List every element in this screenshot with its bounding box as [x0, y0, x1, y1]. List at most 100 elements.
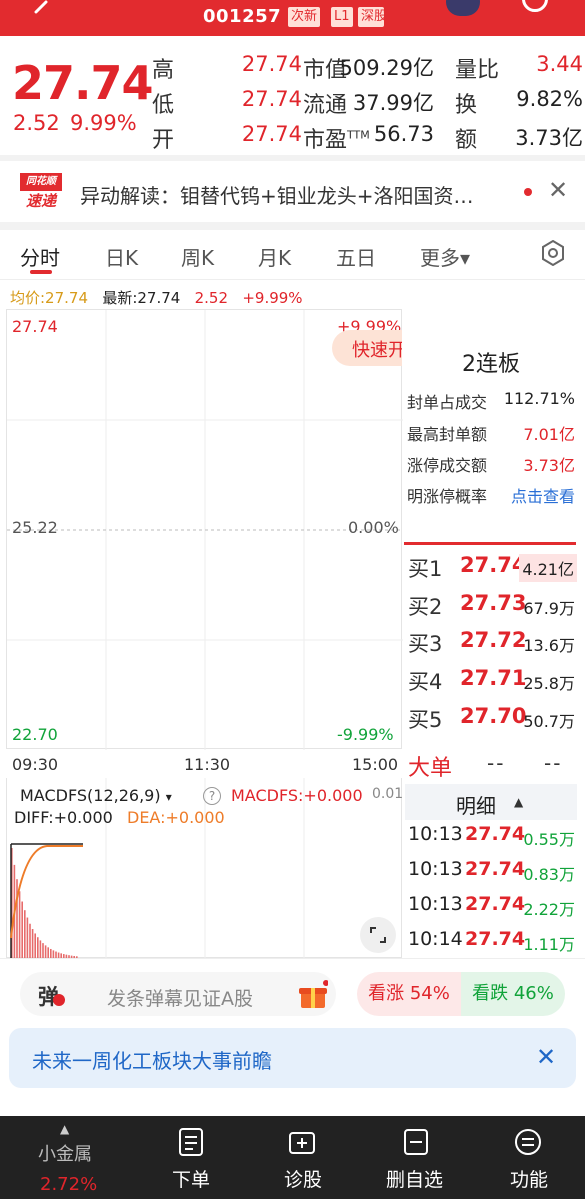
trade-price: 27.74 [465, 893, 526, 915]
diagnose-icon[interactable] [288, 1127, 316, 1157]
bid-level-label: 买1 [408, 557, 443, 581]
bid-volume: 13.6万 [523, 636, 575, 655]
macd-bar [52, 950, 55, 958]
tag-level1: L1 [331, 7, 353, 27]
view-probability-link[interactable]: 点击查看 [511, 483, 575, 507]
trade-time: 10:13 [408, 858, 463, 880]
y-axis-top: 27.74 [12, 317, 58, 336]
sector-change: 2.72% [40, 1174, 98, 1195]
macd-bar [47, 947, 49, 958]
orderbook-divider [404, 542, 576, 545]
macd-bar [31, 929, 34, 958]
macd-bar [39, 940, 42, 958]
quote-stat-value: 3.44 [536, 52, 583, 76]
divider [0, 279, 585, 280]
big-order-value: -- [487, 751, 506, 775]
tab-monthly-k[interactable]: 月K [258, 242, 291, 271]
tab-underline [30, 270, 52, 274]
board-stat-label: 最高封单额 [407, 425, 488, 444]
vote-bullish-button[interactable]: 看涨 54% [357, 972, 461, 1016]
tab-daily-k[interactable]: 日K [105, 242, 138, 271]
macd-bar [37, 937, 39, 958]
close-icon[interactable]: ✕ [536, 1043, 556, 1071]
tab-more[interactable]: 更多▾ [420, 242, 470, 271]
quote-stat-value: 56.73 [373, 122, 434, 146]
board-stat-value: 112.71% [503, 389, 575, 408]
bid-level-label: 买2 [408, 595, 443, 619]
tag-market: 深股 [358, 7, 384, 27]
quote-stat-label: 低 [152, 93, 175, 118]
macd-axis-label: 0.01 [372, 786, 404, 802]
macd-panel[interactable] [6, 778, 402, 958]
divider [0, 222, 585, 230]
back-arrow-icon[interactable] [30, 0, 64, 14]
macd-bar [26, 917, 29, 958]
board-stat-value: 7.01亿 [523, 425, 575, 444]
y-axis-bottom: 22.70 [12, 725, 58, 744]
bottom-item-order[interactable]: 下单 [172, 1165, 210, 1192]
stock-code: 001257 [203, 6, 282, 27]
remove-watchlist-icon[interactable] [402, 1127, 430, 1157]
bottom-item-functions[interactable]: 功能 [510, 1165, 548, 1192]
tab-intraday[interactable]: 分时 [20, 242, 60, 271]
intraday-chart[interactable] [6, 309, 403, 750]
info-change: 2.52 [194, 289, 229, 307]
bottom-item-diagnose[interactable]: 诊股 [284, 1165, 322, 1192]
time-end: 15:00 [352, 755, 399, 774]
macd-bar [44, 945, 47, 958]
sector-name[interactable]: 小金属 [38, 1140, 92, 1166]
price-change-pct: 9.99% [70, 111, 137, 135]
quote-stat-value: 27.74 [241, 87, 302, 111]
quote-stat-label: 市盈TTM [303, 128, 370, 153]
quote-stat-value: 3.73亿 [515, 126, 583, 150]
macd-indicator-select[interactable]: MACDFS(12,26,9) ▾ [20, 786, 172, 805]
quick-trade-button[interactable]: 快速开 [332, 330, 402, 366]
board-stat-label: 明涨停概率 [407, 487, 488, 506]
macd-diff: DIFF:+0.000 [14, 808, 113, 827]
bid-level-label: 买4 [408, 670, 443, 694]
tab-five-day[interactable]: 五日 [336, 242, 376, 271]
divider [0, 155, 585, 161]
avg-price: 均价:27.74 [10, 289, 88, 307]
search-icon[interactable] [522, 0, 548, 12]
macd-dea: DEA:+0.000 [127, 808, 225, 827]
bid-volume: 25.8万 [523, 674, 575, 693]
quote-stat-label: 量比 [455, 58, 500, 83]
help-icon[interactable]: ? [203, 787, 221, 805]
tag-new-stock: 次新 [288, 7, 321, 27]
info-line: 均价:27.74 最新:27.74 2.52 +9.99% [10, 287, 303, 308]
quote-stat-label: 开 [152, 128, 175, 153]
unread-dot [524, 188, 532, 196]
vote-bearish-button[interactable]: 看跌 46% [461, 972, 565, 1016]
gift-icon[interactable] [298, 980, 328, 1010]
current-price: 27.74 [12, 56, 154, 110]
top-bar: 001257 次新 L1 深股 [0, 0, 585, 36]
bid-level-label: 买3 [408, 632, 443, 656]
chevron-up-icon[interactable]: ▲ [60, 1122, 69, 1136]
expand-icon[interactable] [360, 917, 396, 953]
avatar[interactable] [446, 0, 480, 16]
close-icon[interactable]: ✕ [548, 176, 568, 204]
quote-stat-label: 高 [152, 58, 175, 83]
quick-trade-label: 快速开 [352, 340, 402, 361]
order-icon[interactable] [177, 1127, 205, 1157]
macd-value: MACDFS:+0.000 [231, 786, 363, 805]
gear-icon[interactable] [540, 240, 566, 266]
news-logo-bottom: 速递 [25, 192, 56, 210]
bottom-item-remove-watchlist[interactable]: 删自选 [386, 1165, 443, 1192]
quote-stat-value: 27.74 [241, 52, 302, 76]
trade-price: 27.74 [465, 858, 526, 880]
macd-bar [24, 910, 26, 958]
trade-volume: 2.22万 [523, 900, 575, 919]
bid-level-label: 买5 [408, 708, 443, 732]
trade-time: 10:13 [408, 893, 463, 915]
menu-icon[interactable] [514, 1127, 542, 1157]
news-headline[interactable]: 异动解读：钼替代钨+钼业龙头+洛阳国资… [80, 180, 520, 209]
bid-price: 27.73 [460, 591, 527, 615]
quote-stat-label: 额 [455, 128, 478, 153]
quote-stat-value: 27.74 [241, 122, 302, 146]
macd-bar [29, 923, 31, 958]
macd-title-text: MACDFS(12,26,9) [20, 786, 161, 805]
trade-price: 27.74 [465, 928, 526, 950]
tab-weekly-k[interactable]: 周K [181, 242, 214, 271]
